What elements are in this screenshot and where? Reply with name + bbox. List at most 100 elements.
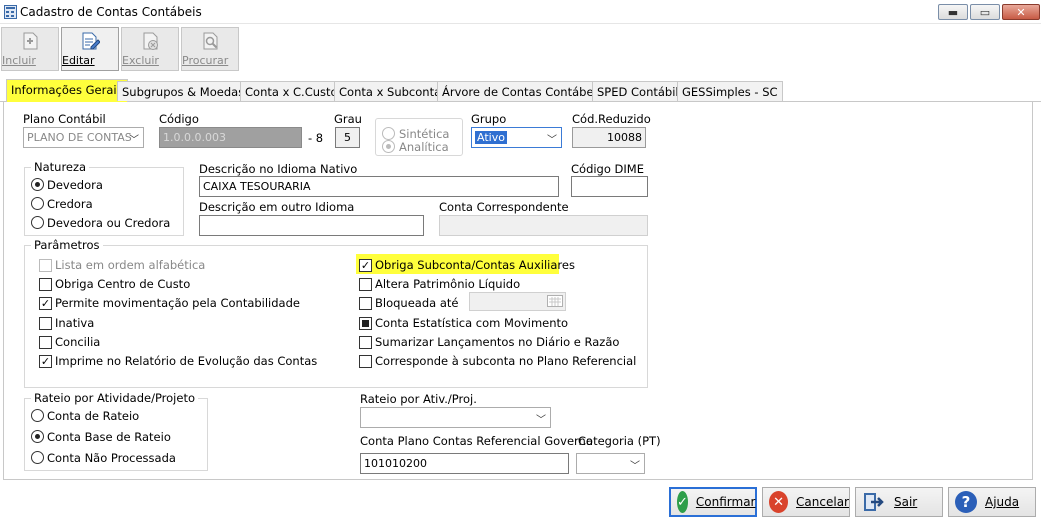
conta-ref-field[interactable]: 101010200 — [360, 453, 569, 474]
app-icon — [4, 5, 17, 19]
codred-label: Cód.Reduzido — [572, 112, 651, 126]
conta-estatistica-checkbox[interactable] — [359, 317, 372, 330]
altera-pl-label: Altera Patrimônio Líquido — [375, 277, 521, 291]
obriga-subconta-checkbox[interactable]: ✓ — [359, 259, 372, 272]
conta-nao-processada-radio[interactable] — [31, 451, 44, 464]
sair-button[interactable]: Sair — [855, 487, 943, 517]
dime-label: Código DIME — [571, 162, 644, 176]
procurar-label: Procurar — [182, 54, 229, 67]
obriga-ccusto-label: Obriga Centro de Custo — [55, 277, 191, 291]
incluir-button[interactable]: Incluir — [1, 27, 59, 71]
conta-estatistica-label: Conta Estatística com Movimento — [375, 316, 569, 330]
chevron-down-icon: ﹀ — [547, 135, 557, 146]
desc-nativo-label: Descrição no Idioma Nativo — [199, 162, 358, 176]
analitica-radio[interactable] — [382, 140, 395, 153]
delete-doc-icon — [143, 32, 158, 50]
tab-strip: Informações Gerais Subgrupos & Moedas Co… — [0, 78, 1041, 102]
plano-select[interactable]: PLANO DE CONTAS ﹀ — [23, 127, 144, 148]
help-icon: ? — [955, 491, 977, 513]
codred-field: 10088 — [572, 127, 646, 148]
codigo-label: Código — [159, 112, 199, 126]
desc-nativo-field[interactable]: CAIXA TESOURARIA — [199, 176, 559, 197]
conta-corr-field — [439, 215, 648, 236]
rateio-ativ-label: Rateio por Ativ./Proj. — [360, 392, 477, 406]
desc-outro-field[interactable] — [199, 215, 424, 236]
conta-base-rateio-radio[interactable] — [31, 430, 44, 443]
tab-conta-subconta[interactable]: Conta x Subconta — [334, 81, 447, 101]
bloqueada-date-field — [469, 292, 566, 311]
sintetica-label: Sintética — [399, 127, 450, 141]
check-icon: ✓ — [677, 491, 688, 513]
search-doc-icon — [203, 32, 218, 50]
devedora-credora-radio[interactable] — [31, 216, 44, 229]
cancelar-button[interactable]: ✕ Cancelar — [762, 487, 850, 517]
dime-field[interactable] — [571, 176, 648, 197]
categoria-select[interactable]: ﹀ — [576, 453, 645, 474]
minimize-button[interactable]: ▬ — [938, 4, 968, 20]
edit-doc-icon — [82, 32, 100, 50]
permite-mov-checkbox[interactable]: ✓ — [39, 297, 52, 310]
sumarizar-checkbox[interactable] — [359, 336, 372, 349]
conta-corr-label: Conta Correspondente — [439, 200, 569, 214]
new-doc-icon — [23, 32, 38, 50]
window-title: Cadastro de Contas Contábeis — [20, 5, 202, 19]
tab-arvore-contas[interactable]: Árvore de Contas Contábeis — [437, 81, 608, 101]
lista-alfabetica-label: Lista em ordem alfabética — [55, 258, 206, 272]
devedora-credora-label: Devedora ou Credora — [47, 216, 171, 230]
conta-ref-label: Conta Plano Contas Referencial Governo — [360, 434, 593, 448]
obriga-ccusto-checkbox[interactable] — [39, 278, 52, 291]
tab-informacoes-gerais[interactable]: Informações Gerais — [6, 79, 128, 102]
desc-outro-label: Descrição em outro Idioma — [199, 200, 355, 214]
inativa-checkbox[interactable] — [39, 317, 52, 330]
tab-gessimples[interactable]: GESSimples - SC — [677, 81, 783, 101]
plano-label: Plano Contábil — [23, 112, 106, 126]
confirmar-button[interactable]: ✓ Confirmar — [669, 487, 757, 517]
conta-base-rateio-label: Conta Base de Rateio — [47, 430, 171, 444]
sintetica-radio[interactable] — [382, 127, 395, 140]
lista-alfabetica-checkbox[interactable] — [39, 259, 52, 272]
obriga-subconta-label: Obriga Subconta/Contas Auxiliares — [375, 258, 575, 272]
calendar-icon — [547, 295, 563, 307]
maximize-icon: ▭ — [979, 5, 991, 19]
chevron-down-icon: ﹀ — [129, 135, 139, 146]
concilia-checkbox[interactable] — [39, 336, 52, 349]
parametros-label: Parâmetros — [31, 238, 103, 252]
procurar-button[interactable]: Procurar — [181, 27, 239, 71]
title-bar: Cadastro de Contas Contábeis ▬ ▭ ✕ — [0, 0, 1041, 24]
credora-label: Credora — [47, 197, 93, 211]
devedora-radio[interactable] — [31, 178, 44, 191]
imprime-relatorio-label: Imprime no Relatório de Evolução das Con… — [55, 354, 318, 368]
altera-pl-checkbox[interactable] — [359, 278, 372, 291]
tab-conta-ccusto[interactable]: Conta x C.Custo — [240, 81, 343, 101]
grupo-select[interactable]: Ativo ﹀ — [471, 127, 562, 148]
grau-field: 5 — [335, 127, 360, 148]
rateio-ativ-select[interactable]: ﹀ — [360, 407, 551, 428]
codigo-field[interactable]: 1.0.0.0.003 — [159, 127, 302, 148]
imprime-relatorio-checkbox[interactable]: ✓ — [39, 355, 52, 368]
conta-rateio-radio[interactable] — [31, 409, 44, 422]
minimize-icon: ▬ — [947, 5, 959, 19]
ajuda-button[interactable]: ? Ajuda — [948, 487, 1036, 517]
concilia-label: Concilia — [55, 335, 101, 349]
credora-radio[interactable] — [31, 197, 44, 210]
incluir-label: Incluir — [2, 54, 36, 67]
conta-rateio-label: Conta de Rateio — [47, 409, 140, 423]
cancel-icon: ✕ — [769, 491, 789, 513]
tab-sped-contabil[interactable]: SPED Contábil — [592, 81, 684, 101]
tab-subgrupos-moedas[interactable]: Subgrupos & Moedas — [117, 81, 250, 101]
toolbar: Incluir Editar Excluir Procurar — [0, 25, 1041, 73]
editar-button[interactable]: Editar — [61, 27, 119, 71]
close-button[interactable]: ✕ — [1002, 4, 1040, 20]
maximize-button[interactable]: ▭ — [970, 4, 1000, 20]
bloqueada-label: Bloqueada até — [375, 296, 459, 310]
exit-icon — [864, 493, 884, 511]
bloqueada-checkbox[interactable] — [359, 297, 372, 310]
codigo-suffix: - 8 — [308, 131, 324, 145]
corresponde-subconta-checkbox[interactable] — [359, 355, 372, 368]
natureza-label: Natureza — [31, 160, 90, 174]
chevron-down-icon: ﹀ — [630, 461, 640, 472]
excluir-button[interactable]: Excluir — [121, 27, 179, 71]
sumarizar-label: Sumarizar Lançamentos no Diário e Razão — [375, 335, 620, 349]
analitica-label: Analítica — [399, 140, 449, 154]
categoria-label: Categoria (PT) — [578, 434, 661, 448]
